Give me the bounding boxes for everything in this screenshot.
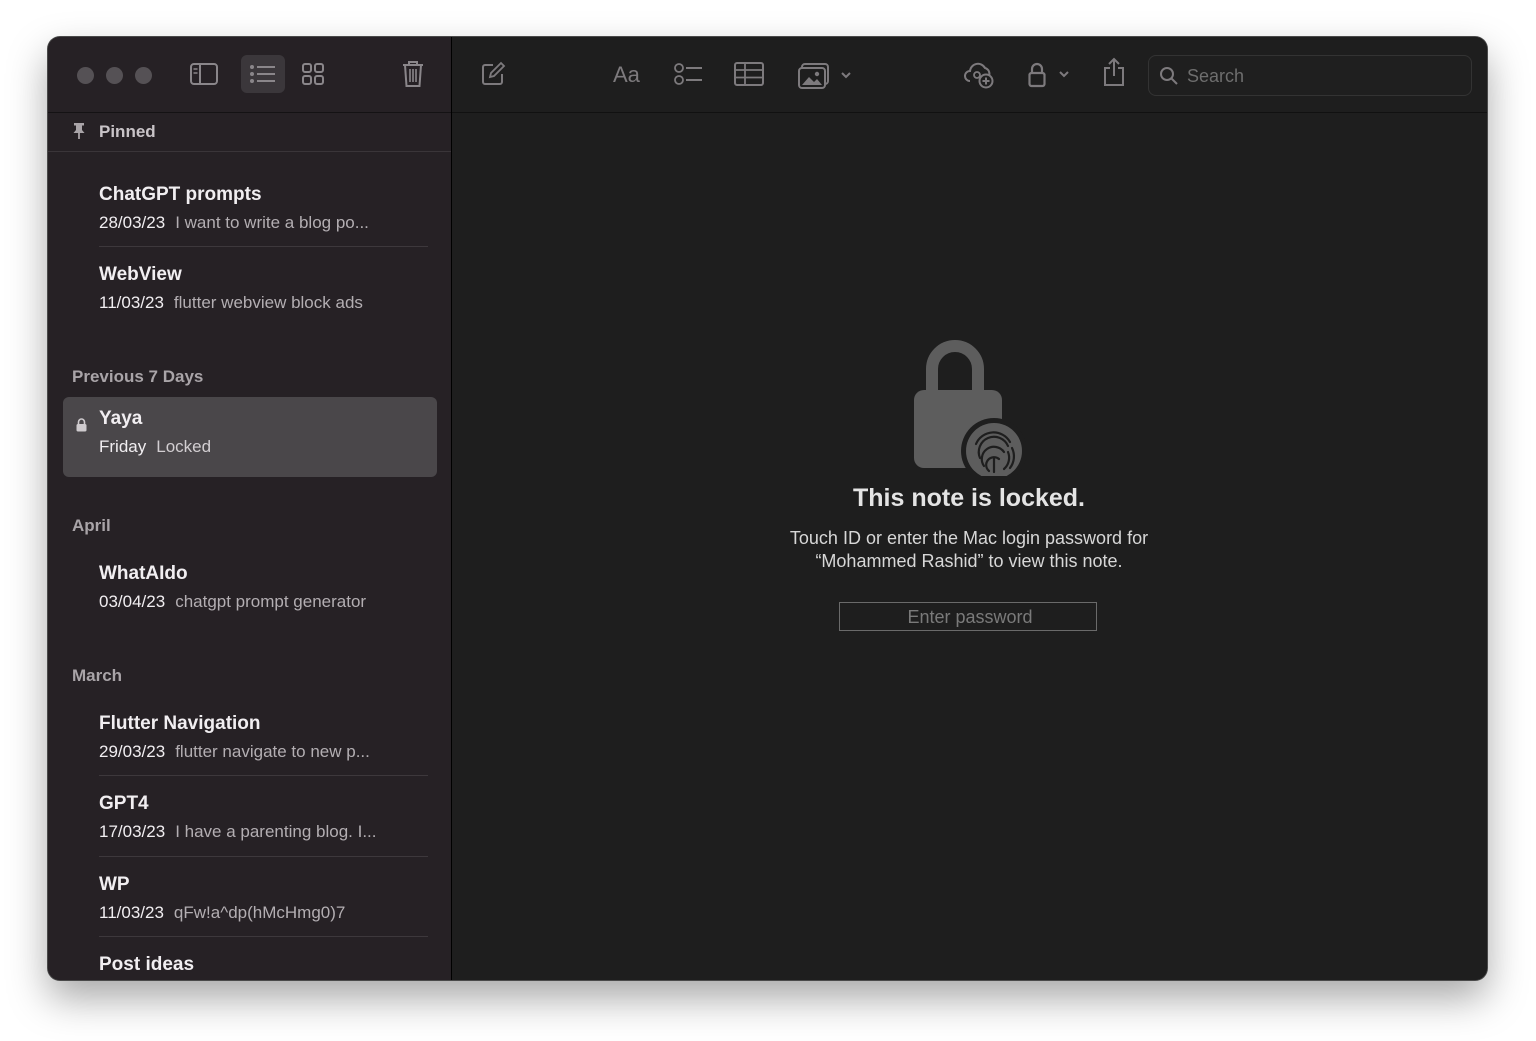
note-date: 11/03/23 bbox=[99, 903, 164, 922]
note-title: WhatAIdo bbox=[99, 563, 188, 584]
note-preview: flutter webview block ads bbox=[173, 293, 363, 312]
locked-note-title: This note is locked. bbox=[853, 484, 1085, 512]
touch-id-lock-icon bbox=[914, 340, 1027, 476]
note-toolbar: Aa bbox=[452, 37, 1487, 113]
search-icon bbox=[1160, 67, 1178, 85]
sidebar-toggle-icon bbox=[190, 63, 218, 85]
note-preview: qFw!a^dp(hMcHmg0)7 bbox=[173, 903, 346, 922]
table-icon bbox=[734, 62, 764, 86]
collaborate-icon bbox=[964, 62, 994, 89]
note-preview: Locked bbox=[156, 437, 212, 456]
note-item-gpt4[interactable]: GPT4 17/03/23 I have a parenting blog. I.… bbox=[63, 782, 437, 862]
sidebar-toolbar bbox=[48, 37, 451, 113]
note-title: WebView bbox=[99, 264, 182, 285]
note-date: 17/03/23 bbox=[99, 822, 166, 841]
note-title: Flutter Navigation bbox=[99, 713, 261, 734]
checklist-icon bbox=[674, 63, 702, 85]
note-preview: I have a parenting blog. I... bbox=[175, 822, 377, 841]
pinned-section-header: Pinned bbox=[48, 112, 451, 152]
sidebar-toggle-button[interactable] bbox=[182, 55, 226, 93]
locked-note-view: This note is locked. Touch ID or enter t… bbox=[452, 112, 1487, 980]
lock-note-button[interactable] bbox=[1028, 61, 1074, 89]
note-item-yaya[interactable]: Yaya Friday Locked bbox=[63, 397, 437, 477]
section-header-april: April bbox=[72, 516, 111, 535]
search-input[interactable] bbox=[1185, 61, 1459, 91]
note-divider bbox=[99, 246, 428, 247]
note-item-post-ideas[interactable]: Post ideas bbox=[63, 943, 437, 980]
text-format-icon: Aa bbox=[613, 62, 641, 87]
pin-icon bbox=[73, 123, 85, 139]
notes-window: Pinned ChatGPT prompts 28/03/23 I want to… bbox=[48, 37, 1487, 980]
svg-text:Aa: Aa bbox=[613, 62, 641, 87]
share-icon bbox=[1104, 57, 1124, 86]
locked-note-description-line2: “Mohammed Rashid” to view this note. bbox=[815, 551, 1123, 571]
note-item-wp[interactable]: WP 11/03/23 qFw!a^dp(hMcHmg0)7 bbox=[63, 863, 437, 943]
note-preview: flutter navigate to new p... bbox=[175, 742, 370, 761]
section-header-previous-7-days: Previous 7 Days bbox=[72, 367, 204, 386]
text-format-button[interactable]: Aa bbox=[613, 59, 645, 89]
gallery-view-button[interactable] bbox=[291, 55, 335, 93]
note-title: ChatGPT prompts bbox=[99, 184, 262, 205]
lock-icon bbox=[76, 418, 87, 432]
note-item-chatgpt-prompts[interactable]: ChatGPT prompts 28/03/23 I want to write … bbox=[63, 173, 437, 253]
note-divider bbox=[99, 775, 428, 776]
notes-sidebar: Pinned ChatGPT prompts 28/03/23 I want to… bbox=[48, 37, 452, 980]
note-divider bbox=[99, 936, 428, 937]
note-date: 29/03/23 bbox=[99, 742, 166, 761]
note-date: 03/04/23 bbox=[99, 592, 166, 611]
minimize-window-button[interactable] bbox=[106, 67, 123, 84]
section-header-march: March bbox=[72, 666, 123, 685]
trash-icon bbox=[403, 61, 423, 87]
list-view-button[interactable] bbox=[241, 55, 285, 93]
note-preview: chatgpt prompt generator bbox=[175, 592, 367, 611]
media-button[interactable] bbox=[798, 61, 856, 89]
note-item-whataido[interactable]: WhatAIdo 03/04/23 chatgpt prompt generato… bbox=[63, 552, 437, 632]
password-field[interactable] bbox=[839, 602, 1100, 632]
checklist-button[interactable] bbox=[674, 61, 704, 87]
note-title: GPT4 bbox=[99, 793, 149, 814]
note-item-flutter-navigation[interactable]: Flutter Navigation 29/03/23 flutter navig… bbox=[63, 702, 437, 782]
note-date: 11/03/23 bbox=[99, 293, 164, 312]
close-window-button[interactable] bbox=[77, 67, 94, 84]
zoom-window-button[interactable] bbox=[135, 67, 152, 84]
note-detail-pane: Aa Search This note is locked. Touch ID … bbox=[452, 37, 1487, 980]
note-item-webview[interactable]: WebView 11/03/23 flutter webview block ad… bbox=[63, 253, 437, 333]
search-field[interactable] bbox=[1148, 55, 1472, 96]
media-icon bbox=[798, 63, 851, 89]
note-divider bbox=[99, 856, 428, 857]
note-title: WP bbox=[99, 874, 130, 895]
locked-note-description: Touch ID or enter the Mac login password… bbox=[452, 527, 1486, 573]
pinned-label: Pinned bbox=[99, 122, 156, 141]
note-preview: I want to write a blog po... bbox=[175, 213, 369, 232]
share-button[interactable] bbox=[1102, 57, 1126, 87]
table-button[interactable] bbox=[734, 62, 764, 86]
password-input[interactable] bbox=[840, 603, 1100, 632]
note-title: Yaya bbox=[99, 408, 143, 429]
lock-icon bbox=[1028, 62, 1069, 88]
list-view-icon bbox=[250, 65, 275, 83]
collaborate-button[interactable] bbox=[964, 59, 996, 89]
locked-note-description-line1: Touch ID or enter the Mac login password… bbox=[789, 528, 1149, 548]
compose-icon bbox=[482, 61, 506, 85]
note-title: Post ideas bbox=[99, 954, 195, 975]
delete-note-button[interactable] bbox=[391, 55, 435, 93]
gallery-view-icon bbox=[302, 63, 324, 85]
note-date: Friday bbox=[99, 437, 147, 456]
note-date: 28/03/23 bbox=[99, 213, 166, 232]
compose-button[interactable] bbox=[480, 61, 506, 87]
